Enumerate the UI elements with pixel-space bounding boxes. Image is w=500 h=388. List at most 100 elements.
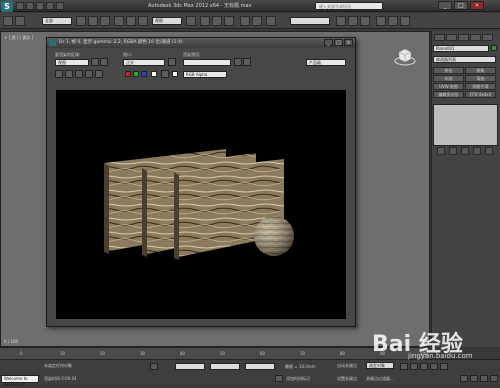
modifier-button-5[interactable]: UVW 贴图	[433, 83, 464, 90]
clear-image-icon[interactable]	[95, 70, 103, 78]
named-selection-dropdown[interactable]	[290, 17, 330, 25]
new-icon[interactable]	[16, 2, 24, 10]
snap-icon[interactable]	[200, 16, 210, 26]
green-channel-toggle[interactable]	[133, 71, 139, 77]
make-unique-icon[interactable]	[461, 147, 469, 155]
modifier-button-6[interactable]: 网格平滑	[465, 83, 496, 90]
display-tab-icon[interactable]	[482, 34, 493, 41]
save-image-icon[interactable]	[55, 70, 63, 78]
object-name-field[interactable]: Plane001	[433, 45, 489, 52]
pivot-icon[interactable]	[186, 16, 196, 26]
modifier-button-3[interactable]: 车削	[433, 75, 464, 82]
x-coordinate-field[interactable]	[175, 363, 205, 370]
rotate-icon[interactable]	[126, 16, 136, 26]
zoom-icon[interactable]	[460, 375, 468, 382]
select-by-name-icon[interactable]	[88, 16, 98, 26]
motion-tab-icon[interactable]	[470, 34, 481, 41]
modifier-button-8[interactable]: FFD 4x4x4	[465, 91, 496, 98]
search-input[interactable]: 键入关键字或短语	[315, 2, 383, 10]
play-icon[interactable]	[420, 363, 428, 370]
color-swatch[interactable]	[172, 71, 178, 77]
modifier-button-7[interactable]: 编辑多边形	[433, 91, 464, 98]
move-icon[interactable]	[114, 16, 124, 26]
prev-frame-icon[interactable]	[410, 363, 418, 370]
orbit-icon[interactable]	[480, 375, 488, 382]
create-tab-icon[interactable]	[434, 34, 445, 41]
reference-coordinate-dropdown[interactable]: 视图	[152, 17, 182, 25]
print-image-icon[interactable]	[85, 70, 93, 78]
pan-icon[interactable]	[470, 375, 478, 382]
remove-modifier-icon[interactable]	[473, 147, 481, 155]
render-setup-icon[interactable]	[376, 16, 386, 26]
undo-icon[interactable]	[46, 2, 54, 10]
region-select-icon[interactable]	[100, 16, 110, 26]
add-time-tag[interactable]: 添加时间标记	[286, 376, 310, 382]
environment-effects-icon[interactable]	[243, 58, 251, 66]
red-channel-toggle[interactable]	[125, 71, 131, 77]
maximize-button[interactable]: □	[454, 1, 468, 10]
display-channel-dropdown[interactable]: RGB Alpha	[183, 71, 227, 78]
object-color-swatch[interactable]	[491, 45, 497, 51]
next-frame-icon[interactable]	[430, 363, 438, 370]
render-window-minimize[interactable]: _	[324, 39, 333, 46]
clone-window-icon[interactable]	[75, 70, 83, 78]
percent-snap-icon[interactable]	[224, 16, 234, 26]
copy-image-icon[interactable]	[65, 70, 73, 78]
set-key-button[interactable]: 设置关键点	[337, 376, 357, 382]
show-end-result-icon[interactable]	[449, 147, 457, 155]
material-editor-icon[interactable]	[360, 16, 370, 26]
lock-selection-icon[interactable]	[150, 363, 158, 370]
angle-snap-icon[interactable]	[212, 16, 222, 26]
modifier-list-dropdown[interactable]: 修改器列表	[433, 56, 496, 63]
auto-region-icon[interactable]	[100, 58, 108, 66]
blue-channel-toggle[interactable]	[141, 71, 147, 77]
configure-sets-icon[interactable]	[485, 147, 493, 155]
render-preset-dropdown[interactable]	[183, 59, 231, 66]
key-filters-button[interactable]: 关键点过滤器...	[366, 376, 394, 382]
selection-filter-dropdown[interactable]: 全部	[42, 17, 72, 25]
schematic-view-icon[interactable]	[348, 16, 358, 26]
viewport-label[interactable]: + [ 透 ] [ 真实 ]	[4, 35, 33, 41]
maxscript-listener[interactable]: Welcome to MAXScript	[1, 375, 39, 387]
area-to-render-dropdown[interactable]: 视图	[55, 59, 89, 66]
pin-stack-icon[interactable]	[437, 147, 445, 155]
time-tag-icon[interactable]	[275, 375, 283, 382]
render-window-maximize[interactable]: □	[334, 39, 343, 46]
select-icon[interactable]	[76, 16, 86, 26]
modifier-button-2[interactable]: 倒角	[465, 67, 496, 74]
lock-viewport-icon[interactable]	[168, 58, 176, 66]
z-coordinate-field[interactable]	[245, 363, 275, 370]
curve-editor-icon[interactable]	[336, 16, 346, 26]
edit-region-icon[interactable]	[91, 58, 99, 66]
time-ruler[interactable]: 0 / 100 0 10 20 30 40 50 60 70 80 90 100	[0, 339, 430, 359]
open-icon[interactable]	[26, 2, 34, 10]
app-logo-icon[interactable]: S	[1, 1, 13, 12]
render-icon[interactable]	[400, 16, 410, 26]
goto-start-icon[interactable]	[400, 363, 408, 370]
viewport-select-dropdown[interactable]: 正交	[123, 59, 165, 66]
maximize-viewport-icon[interactable]	[490, 375, 498, 382]
redo-icon[interactable]	[56, 2, 64, 10]
link-icon[interactable]	[3, 16, 13, 26]
mirror-icon[interactable]	[240, 16, 250, 26]
goto-end-icon[interactable]	[440, 363, 448, 370]
rendered-frame-window-icon[interactable]	[388, 16, 398, 26]
y-coordinate-field[interactable]	[210, 363, 240, 370]
hierarchy-tab-icon[interactable]	[458, 34, 469, 41]
save-icon[interactable]	[36, 2, 44, 10]
viewcube-icon[interactable]	[394, 46, 416, 68]
layer-icon[interactable]	[266, 16, 276, 26]
scale-icon[interactable]	[138, 16, 148, 26]
minimize-button[interactable]: _	[438, 1, 452, 10]
alpha-channel-toggle[interactable]	[151, 71, 157, 77]
unlink-icon[interactable]	[15, 16, 25, 26]
render-setup-button-icon[interactable]	[234, 58, 242, 66]
close-button[interactable]: ×	[470, 1, 484, 10]
render-window-close[interactable]: ×	[344, 39, 353, 46]
monochrome-icon[interactable]	[161, 70, 169, 78]
modifier-button-1[interactable]: 挤出	[433, 67, 464, 74]
align-icon[interactable]	[252, 16, 262, 26]
modify-tab-icon[interactable]	[446, 34, 457, 41]
selected-dropdown[interactable]: 选定对象	[366, 362, 394, 369]
modifier-stack-list[interactable]	[433, 104, 498, 146]
